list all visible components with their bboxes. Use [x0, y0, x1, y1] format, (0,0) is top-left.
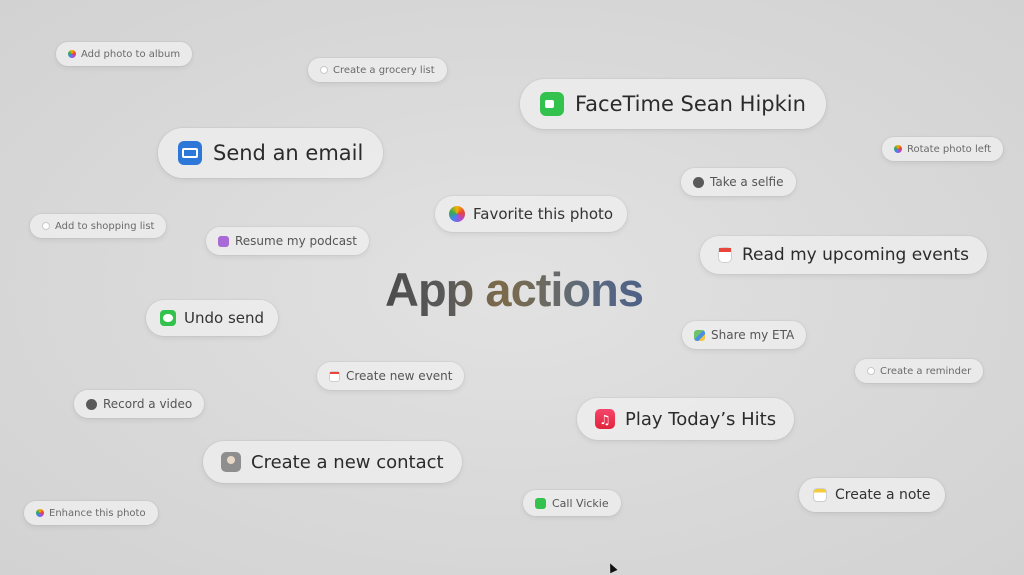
action-label: Share my ETA [711, 328, 795, 342]
action-label: Create a new contact [251, 451, 444, 473]
mouse-cursor-icon [606, 561, 618, 574]
photos-icon [36, 509, 44, 517]
action-pill-play-todays-hits[interactable]: Play Today’s Hits [577, 398, 795, 440]
action-pill-read-my-upcoming-events[interactable]: Read my upcoming events [700, 236, 987, 274]
action-pill-take-a-selfie[interactable]: Take a selfie [681, 168, 796, 196]
action-label: Read my upcoming events [742, 245, 969, 265]
action-pill-call-vickie[interactable]: Call Vickie [523, 490, 621, 516]
action-pill-undo-send[interactable]: Undo send [146, 300, 279, 336]
reminders-icon [42, 222, 50, 230]
reminders-icon [867, 367, 875, 375]
action-label: Create a grocery list [333, 64, 435, 76]
action-pill-resume-my-podcast[interactable]: Resume my podcast [206, 227, 370, 255]
maps-icon [694, 329, 705, 341]
action-label: Take a selfie [710, 175, 784, 189]
action-label: Enhance this photo [49, 507, 146, 519]
action-pill-facetime-sean-hipkin[interactable]: FaceTime Sean Hipkin [520, 79, 826, 129]
action-pill-share-my-eta[interactable]: Share my ETA [682, 321, 807, 349]
action-pill-create-new-event[interactable]: Create new event [317, 362, 465, 390]
action-pill-create-a-note[interactable]: Create a note [799, 478, 945, 512]
action-label: Create a note [835, 487, 931, 503]
app-actions-stage: Add photo to album Create a grocery list… [0, 0, 1024, 575]
action-pill-record-a-video[interactable]: Record a video [74, 390, 205, 418]
reminders-icon [320, 66, 328, 74]
facetime-icon [540, 92, 564, 116]
mail-icon [178, 141, 202, 165]
action-label: Record a video [103, 397, 193, 411]
action-pill-create-a-new-contact[interactable]: Create a new contact [203, 441, 462, 483]
music-icon [595, 409, 615, 429]
action-label: Play Today’s Hits [625, 408, 777, 430]
camera-icon [86, 398, 97, 410]
action-label: Create a reminder [880, 365, 972, 377]
action-pill-add-photo-to-album[interactable]: Add photo to album [56, 42, 193, 66]
action-label: Undo send [184, 309, 265, 327]
page-title: App actions [380, 262, 648, 318]
messages-icon [160, 310, 176, 326]
action-pill-favorite-this-photo[interactable]: Favorite this photo [435, 196, 628, 232]
action-label: Add photo to album [81, 48, 181, 60]
calendar-icon [329, 370, 340, 382]
action-label: Resume my podcast [235, 234, 358, 248]
action-label: Add to shopping list [55, 220, 155, 232]
action-pill-rotate-photo-left[interactable]: Rotate photo left [882, 137, 1004, 161]
action-label: Create new event [346, 369, 453, 383]
action-label: Send an email [213, 141, 364, 165]
photos-icon [68, 50, 76, 58]
photos-icon [894, 145, 902, 153]
action-label: Rotate photo left [907, 143, 992, 155]
camera-icon [693, 176, 704, 188]
podcasts-icon [218, 235, 229, 247]
calendar-icon [718, 247, 732, 263]
photos-icon [449, 206, 465, 222]
action-pill-send-an-email[interactable]: Send an email [158, 128, 384, 178]
action-label: Favorite this photo [473, 205, 614, 223]
action-label: FaceTime Sean Hipkin [575, 92, 806, 116]
action-pill-create-a-reminder[interactable]: Create a reminder [855, 359, 984, 383]
contacts-icon [221, 452, 241, 472]
action-pill-enhance-this-photo[interactable]: Enhance this photo [24, 501, 158, 525]
action-label: Call Vickie [552, 496, 609, 510]
notes-icon [813, 488, 827, 502]
action-pill-create-grocery-list[interactable]: Create a grocery list [308, 58, 447, 82]
action-pill-add-to-shopping-list[interactable]: Add to shopping list [30, 214, 167, 238]
phone-icon [535, 497, 546, 509]
